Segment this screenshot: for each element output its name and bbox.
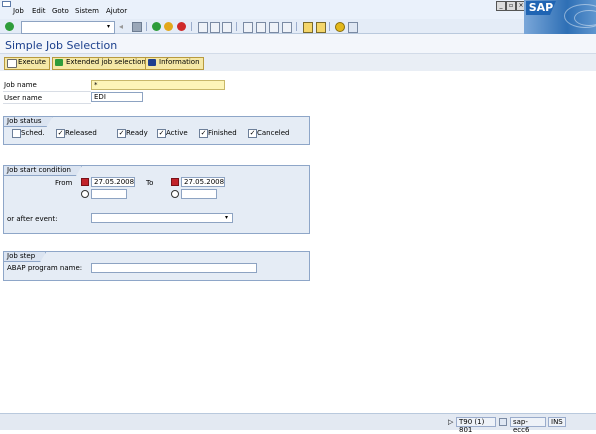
title-bar: Simple Job Selection <box>0 34 596 54</box>
ready-label: Ready <box>126 129 148 137</box>
help-icon[interactable] <box>335 22 345 32</box>
to-date-value: 27.05.2008 <box>184 178 225 186</box>
user-name-value: EDI <box>94 93 106 101</box>
information-button[interactable]: Information <box>145 57 204 70</box>
last-page-icon[interactable] <box>282 22 292 33</box>
find-icon[interactable] <box>210 22 220 33</box>
status-bar: ▷ T90 (1) 801 sap-ecc6 INS <box>0 413 596 434</box>
previous-page-icon[interactable] <box>256 22 266 33</box>
active-checkbox[interactable]: ✓ <box>157 129 166 138</box>
execute-button-label: Execute <box>18 58 46 66</box>
execute-icon <box>7 59 17 68</box>
to-time-field[interactable] <box>181 189 217 199</box>
execute-button[interactable]: Execute <box>4 57 50 70</box>
job-step-group-title: Job step <box>4 252 46 262</box>
system-info-icon[interactable] <box>499 418 507 426</box>
abap-program-field[interactable] <box>91 263 257 273</box>
menu-job[interactable]: Job <box>13 7 24 15</box>
layout-menu-icon[interactable] <box>348 22 358 33</box>
save-icon[interactable] <box>132 22 142 32</box>
back-icon[interactable] <box>152 22 161 31</box>
expand-status-icon[interactable]: ▷ <box>448 418 453 426</box>
menu-bar: Job Edit Goto Sistem Ajutor _ ▫ × <box>0 0 596 19</box>
first-page-icon[interactable] <box>243 22 253 33</box>
event-label: or after event: <box>7 215 58 223</box>
job-start-condition-group-title: Job start condition <box>4 166 82 176</box>
page-title: Simple Job Selection <box>5 39 118 52</box>
canceled-label: Canceled <box>257 129 290 137</box>
job-name-label: Job name <box>4 81 37 89</box>
command-field[interactable]: ▾ <box>21 21 115 34</box>
toolbar-separator <box>146 22 147 31</box>
find-next-icon[interactable] <box>222 22 232 33</box>
finished-checkbox[interactable]: ✓ <box>199 129 208 138</box>
chevron-down-icon[interactable]: ▾ <box>107 23 113 30</box>
input-mode: INS <box>548 417 566 427</box>
clock-icon[interactable] <box>81 190 89 198</box>
toolbar-separator <box>191 22 192 31</box>
from-date-value: 27.05.2008 <box>94 178 135 186</box>
from-date-field[interactable]: 27.05.2008 <box>91 177 135 187</box>
from-label: From <box>55 179 73 187</box>
clock-icon[interactable] <box>171 190 179 198</box>
sap-logo: SAP <box>524 0 596 34</box>
shortcut-icon[interactable] <box>316 22 326 33</box>
next-page-icon[interactable] <box>269 22 279 33</box>
canceled-checkbox[interactable]: ✓ <box>248 129 257 138</box>
job-name-field[interactable]: * <box>91 80 225 90</box>
toolbar-separator <box>296 22 297 31</box>
calendar-icon[interactable] <box>81 178 89 186</box>
sap-window-icon[interactable] <box>2 1 11 7</box>
job-status-group-title: Job status <box>4 117 53 127</box>
restore-icon[interactable]: ▫ <box>506 1 516 11</box>
sap-logo-text: SAP <box>526 1 556 15</box>
finished-label: Finished <box>208 129 237 137</box>
standard-toolbar: ▾ ◂ <box>0 19 524 34</box>
calendar-icon[interactable] <box>171 178 179 186</box>
from-time-field[interactable] <box>91 189 127 199</box>
application-toolbar: Execute Extended job selection Informati… <box>0 54 596 71</box>
cancel-icon[interactable] <box>177 22 186 31</box>
extended-selection-icon <box>55 59 63 66</box>
new-session-icon[interactable] <box>303 22 313 33</box>
menu-sistem[interactable]: Sistem <box>75 7 99 15</box>
divider <box>3 91 91 92</box>
menu-edit[interactable]: Edit <box>32 7 46 15</box>
server-name: sap-ecc6 <box>510 417 546 434</box>
user-name-field[interactable]: EDI <box>91 92 143 102</box>
extended-job-selection-label: Extended job selection <box>66 58 146 66</box>
job-start-condition-group: Job start condition <box>3 165 310 234</box>
collapse-icon[interactable]: ◂ <box>119 22 128 31</box>
print-icon[interactable] <box>198 22 208 33</box>
system-info: T90 (1) 801 <box>456 417 496 434</box>
job-name-value: * <box>94 81 98 89</box>
to-label: To <box>146 179 154 187</box>
information-button-label: Information <box>159 58 200 66</box>
menu-ajutor[interactable]: Ajutor <box>106 7 127 15</box>
exit-icon[interactable] <box>164 22 173 31</box>
minimize-icon[interactable]: _ <box>496 1 506 11</box>
to-date-field[interactable]: 27.05.2008 <box>181 177 225 187</box>
information-icon <box>148 59 156 66</box>
event-field[interactable]: ▾ <box>91 213 233 223</box>
extended-job-selection-button[interactable]: Extended job selection <box>52 57 150 70</box>
sched-label: Sched. <box>21 129 45 137</box>
toolbar-separator <box>329 22 330 31</box>
released-checkbox[interactable]: ✓ <box>56 129 65 138</box>
released-label: Released <box>65 129 97 137</box>
toolbar-separator <box>236 22 237 31</box>
enter-icon[interactable] <box>5 22 14 31</box>
active-label: Active <box>166 129 188 137</box>
value-help-icon[interactable]: ▾ <box>225 214 231 222</box>
user-name-label: User name <box>4 94 43 102</box>
divider <box>3 103 91 104</box>
menu-goto[interactable]: Goto <box>52 7 69 15</box>
sched-checkbox[interactable] <box>12 129 21 138</box>
ready-checkbox[interactable]: ✓ <box>117 129 126 138</box>
abap-program-label: ABAP program name: <box>7 264 83 272</box>
